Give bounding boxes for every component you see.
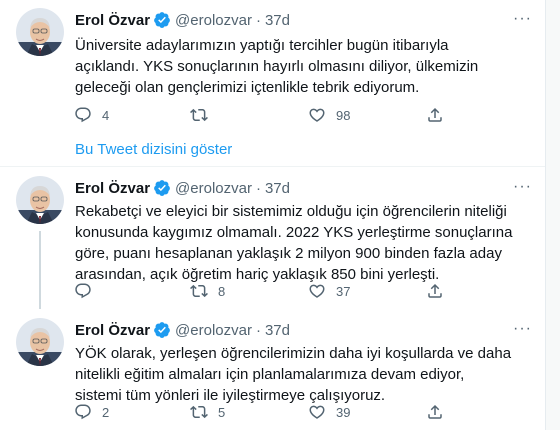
tweet[interactable]: Erol Özvar @erolozvar · 37d ··· YÖK olar… — [0, 318, 546, 428]
share-icon — [426, 282, 444, 300]
more-options-icon[interactable]: ··· — [513, 320, 532, 338]
retweet-button[interactable]: 8 — [190, 282, 225, 300]
tweet-actions: 8 37 — [74, 282, 474, 302]
like-button[interactable]: 98 — [308, 106, 350, 124]
verified-badge-icon — [153, 179, 171, 197]
tweet[interactable]: Erol Özvar @erolozvar · 37d ··· Üniversi… — [0, 8, 546, 132]
more-options-icon[interactable]: ··· — [513, 178, 532, 196]
separator-dot: · — [255, 179, 261, 197]
reply-button[interactable] — [74, 282, 102, 300]
author-name[interactable]: Erol Özvar — [75, 12, 150, 29]
author-name[interactable]: Erol Özvar — [75, 180, 150, 197]
like-icon — [308, 106, 326, 124]
tweet-time[interactable]: 37d — [265, 180, 290, 197]
share-icon — [426, 403, 444, 421]
more-options-icon[interactable]: ··· — [513, 10, 532, 28]
retweet-count: 8 — [218, 283, 226, 299]
divider — [0, 166, 546, 167]
retweet-button[interactable]: 5 — [190, 403, 225, 421]
retweet-icon — [190, 282, 208, 300]
tweet-text: Rekabetçi ve eleyici bir sistemimiz oldu… — [75, 203, 513, 283]
retweet-button[interactable] — [190, 106, 218, 124]
like-icon — [308, 403, 326, 421]
like-icon — [308, 282, 326, 300]
retweet-count: 5 — [218, 404, 226, 420]
tweet-actions: 2 5 39 — [74, 403, 474, 423]
retweet-icon — [190, 403, 208, 421]
show-thread-link[interactable]: Bu Tweet dizisini göster — [75, 141, 232, 158]
reply-icon — [74, 403, 92, 421]
scrollbar[interactable] — [545, 0, 560, 430]
tweet-text: YÖK olarak, yerleşen öğrencilerimizin da… — [75, 345, 512, 404]
tweet-timeline: Erol Özvar @erolozvar · 37d ··· Üniversi… — [0, 0, 560, 430]
tweet-text: Üniversite adaylarımızın yaptığı tercihl… — [75, 37, 479, 96]
avatar[interactable] — [16, 8, 64, 56]
tweet-actions: 4 98 — [74, 106, 474, 126]
share-button[interactable] — [426, 403, 444, 421]
separator-dot: · — [255, 11, 261, 29]
tweet-header: Erol Özvar @erolozvar · 37d — [75, 10, 290, 30]
tweet-header: Erol Özvar @erolozvar · 37d — [75, 178, 290, 198]
tweet-time[interactable]: 37d — [265, 322, 290, 339]
reply-button[interactable]: 4 — [74, 106, 109, 124]
like-button[interactable]: 37 — [308, 282, 350, 300]
avatar[interactable] — [16, 176, 64, 224]
author-handle[interactable]: @erolozvar — [175, 322, 252, 339]
author-handle[interactable]: @erolozvar — [175, 12, 252, 29]
share-icon — [426, 106, 444, 124]
tweet[interactable]: Erol Özvar @erolozvar · 37d ··· Rekabetç… — [0, 176, 546, 304]
tweet-header: Erol Özvar @erolozvar · 37d — [75, 320, 290, 340]
separator-dot: · — [255, 321, 261, 339]
verified-badge-icon — [153, 11, 171, 29]
reply-count: 4 — [102, 107, 110, 123]
author-handle[interactable]: @erolozvar — [175, 180, 252, 197]
avatar[interactable] — [16, 318, 64, 366]
verified-badge-icon — [153, 321, 171, 339]
reply-count: 2 — [102, 404, 110, 420]
share-button[interactable] — [426, 106, 444, 124]
like-count: 37 — [336, 283, 351, 299]
reply-icon — [74, 106, 92, 124]
reply-icon — [74, 282, 92, 300]
tweet-time[interactable]: 37d — [265, 12, 290, 29]
author-name[interactable]: Erol Özvar — [75, 322, 150, 339]
like-button[interactable]: 39 — [308, 403, 350, 421]
like-count: 39 — [336, 404, 351, 420]
retweet-icon — [190, 106, 208, 124]
share-button[interactable] — [426, 282, 444, 300]
like-count: 98 — [336, 107, 351, 123]
reply-button[interactable]: 2 — [74, 403, 109, 421]
